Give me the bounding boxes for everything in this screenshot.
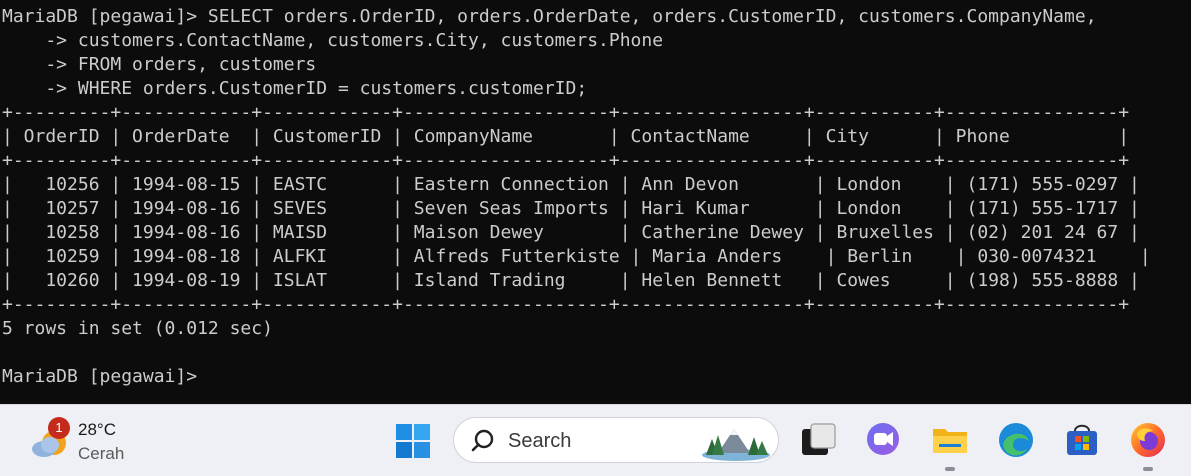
weather-widget[interactable]: 1 28°C Cerah <box>26 417 146 467</box>
command-prompt[interactable]: MariaDB [pegawai]> <box>2 365 197 389</box>
terminal-line: -> WHERE orders.CustomerID = customers.c… <box>2 78 588 99</box>
table-row: | 10258 | 1994-08-16 | MAISD | Maison De… <box>2 222 1140 243</box>
table-row: | 10259 | 1994-08-18 | ALFKI | Alfreds F… <box>2 246 1151 267</box>
notification-badge: 1 <box>48 417 70 439</box>
weather-condition: Cerah <box>78 444 125 463</box>
table-row: | 10257 | 1994-08-16 | SEVES | Seven Sea… <box>2 198 1140 219</box>
task-view-icon[interactable] <box>798 419 840 461</box>
table-row: | 10260 | 1994-08-19 | ISLAT | Island Tr… <box>2 270 1140 291</box>
file-explorer-icon[interactable] <box>929 419 971 461</box>
weather-temperature: 28°C <box>78 420 116 439</box>
table-border: +---------+------------+------------+---… <box>2 102 1130 123</box>
terminal-line: -> FROM orders, customers <box>2 54 317 75</box>
search-icon <box>471 429 494 452</box>
terminal-line: MariaDB [pegawai]> SELECT orders.OrderID… <box>2 6 1097 27</box>
edge-icon[interactable] <box>995 419 1037 461</box>
firefox-icon[interactable] <box>1127 419 1169 461</box>
table-border: +---------+------------+------------+---… <box>2 294 1130 315</box>
start-icon[interactable] <box>393 421 433 461</box>
table-header-row: | OrderID | OrderDate | CustomerID | Com… <box>2 126 1130 147</box>
search-box[interactable]: Search <box>453 417 779 463</box>
taskbar: 1 28°C Cerah Search <box>0 404 1191 476</box>
result-summary: 5 rows in set (0.012 sec) <box>2 318 273 339</box>
running-indicator <box>1143 467 1153 471</box>
search-highlight-mountain-icon <box>702 429 770 461</box>
running-indicator <box>945 467 955 471</box>
store-icon[interactable] <box>1061 419 1103 461</box>
terminal-line: -> customers.ContactName, customers.City… <box>2 30 664 51</box>
table-border: +---------+------------+------------+---… <box>2 150 1130 171</box>
search-placeholder: Search <box>508 430 572 452</box>
table-row: | 10256 | 1994-08-15 | EASTC | Eastern C… <box>2 174 1140 195</box>
terminal-window[interactable]: MariaDB [pegawai]> SELECT orders.OrderID… <box>0 0 1191 404</box>
chat-icon[interactable] <box>862 419 904 461</box>
